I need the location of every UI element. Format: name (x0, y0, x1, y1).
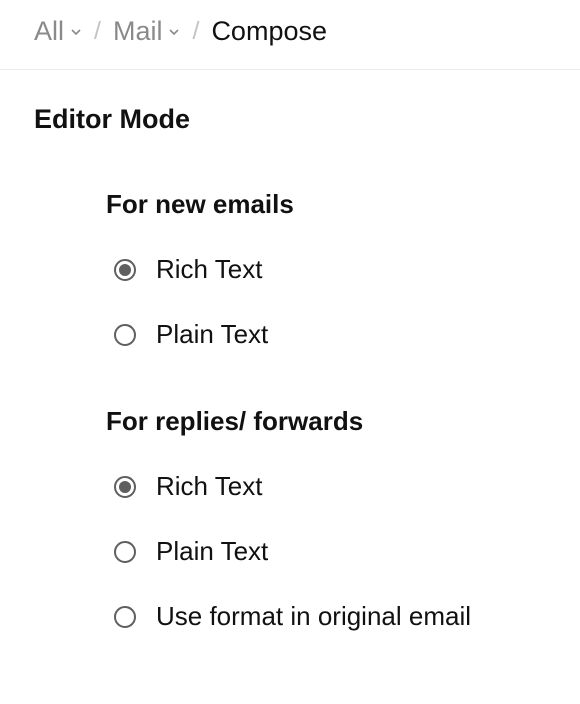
chevron-down-icon (70, 26, 82, 38)
radio-label: Plain Text (156, 536, 268, 567)
radio-option-original-format[interactable]: Use format in original email (106, 601, 546, 632)
radio-icon (114, 541, 136, 563)
radio-option-plain-text-reply[interactable]: Plain Text (106, 536, 546, 567)
subsection-title: For replies/ forwards (106, 406, 546, 437)
chevron-down-icon (168, 26, 180, 38)
radio-label: Rich Text (156, 254, 262, 285)
radio-icon (114, 259, 136, 281)
radio-icon (114, 606, 136, 628)
radio-option-rich-text-reply[interactable]: Rich Text (106, 471, 546, 502)
radio-option-plain-text-new[interactable]: Plain Text (106, 319, 546, 350)
radio-label: Plain Text (156, 319, 268, 350)
breadcrumb-item-compose: Compose (211, 16, 327, 47)
radio-label: Use format in original email (156, 601, 471, 632)
breadcrumb-separator: / (94, 17, 101, 46)
breadcrumb-label: All (34, 16, 64, 47)
subsection-title: For new emails (106, 189, 546, 220)
radio-label: Rich Text (156, 471, 262, 502)
radio-icon (114, 476, 136, 498)
breadcrumb-separator: / (192, 17, 199, 46)
radio-icon (114, 324, 136, 346)
subsection-replies-forwards: For replies/ forwards Rich Text Plain Te… (106, 406, 546, 632)
section-title: Editor Mode (34, 104, 546, 135)
content: Editor Mode For new emails Rich Text Pla… (0, 70, 580, 632)
radio-option-rich-text-new[interactable]: Rich Text (106, 254, 546, 285)
breadcrumb: All / Mail / Compose (0, 0, 580, 70)
subsection-new-emails: For new emails Rich Text Plain Text (106, 189, 546, 350)
breadcrumb-item-mail[interactable]: Mail (113, 16, 181, 47)
breadcrumb-label: Mail (113, 16, 163, 47)
breadcrumb-item-all[interactable]: All (34, 16, 82, 47)
breadcrumb-label: Compose (211, 16, 327, 47)
